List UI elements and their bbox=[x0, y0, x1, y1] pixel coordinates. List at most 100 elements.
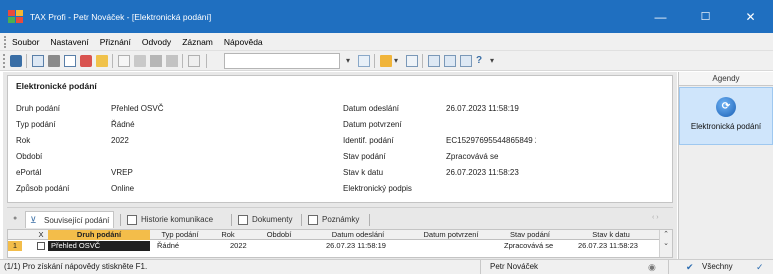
column-header-druh-podani[interactable]: Druh podání bbox=[48, 230, 150, 240]
tab-scroll-icon[interactable]: ‹ › bbox=[652, 214, 659, 221]
filter-icon[interactable] bbox=[358, 55, 370, 67]
status-separator bbox=[668, 260, 669, 274]
edit-icon[interactable] bbox=[134, 55, 146, 67]
column-header-datum-odeslani[interactable]: Datum odeslání bbox=[308, 230, 408, 240]
agendy-panel: Agendy ⟳ Elektronická podání bbox=[678, 72, 773, 259]
help-icon[interactable]: ? bbox=[476, 55, 488, 67]
column-header-stav-k-datu[interactable]: Stav k datu bbox=[570, 230, 652, 240]
value-datum-odeslani: 26.07.2023 11:58:19 bbox=[446, 104, 519, 113]
info-icon[interactable] bbox=[10, 55, 22, 67]
tab-historie-komunikace[interactable]: Historie komunikace bbox=[123, 211, 217, 228]
tab-separator bbox=[301, 214, 302, 226]
column-header-x[interactable]: X bbox=[36, 230, 46, 240]
print-icon[interactable] bbox=[48, 55, 60, 67]
cell-stav-k-datu[interactable]: 26.07.23 11:58:23 bbox=[578, 241, 638, 251]
column-header-typ-podani[interactable]: Typ podání bbox=[154, 230, 206, 240]
main-panel: Elektronické podání Druh podání Typ podá… bbox=[3, 72, 677, 259]
related-submissions-grid: X Druh podání Typ podání Rok Období Datu… bbox=[7, 229, 673, 258]
copy-icon[interactable] bbox=[32, 55, 44, 67]
tab-souvisejici-podani[interactable]: ⊻ Související podání bbox=[25, 211, 115, 228]
label-stav-podani: Stav podání bbox=[343, 152, 386, 161]
value-typ-podani: Řádné bbox=[111, 120, 135, 129]
value-eportal: VREP bbox=[111, 168, 133, 177]
tab-separator bbox=[231, 214, 232, 226]
value-identif-podani: EC15297695544865849 2EB6z bbox=[446, 136, 536, 145]
agendy-item-elektronicka-podani[interactable]: ⟳ Elektronická podání bbox=[679, 87, 773, 145]
filter-link-icon: ⊻ bbox=[30, 215, 37, 225]
value-rok: 2022 bbox=[111, 136, 129, 145]
layout-icon[interactable] bbox=[460, 55, 472, 67]
status-help-text: (1/1) Pro získání nápovědy stiskněte F1. bbox=[4, 262, 148, 271]
delete-icon[interactable] bbox=[166, 55, 178, 67]
column-header-stav-podani[interactable]: Stav podání bbox=[494, 230, 566, 240]
menu-bar: Soubor Nastavení Přiznání Odvody Záznam … bbox=[0, 33, 773, 51]
tab-poznamky[interactable]: Poznámky bbox=[304, 211, 363, 228]
close-button[interactable]: ✕ bbox=[728, 0, 773, 33]
tab-strip-pin-icon[interactable]: ● bbox=[13, 215, 17, 222]
label-datum-potvrzeni: Datum potvrzení bbox=[343, 120, 402, 129]
status-bar: (1/1) Pro získání nápovědy stiskněte F1.… bbox=[0, 259, 773, 274]
column-header-datum-potvrzeni[interactable]: Datum potvrzení bbox=[412, 230, 490, 240]
toolbar-search-input[interactable] bbox=[224, 53, 340, 69]
cell-druh-podani[interactable]: Přehled OSVČ bbox=[48, 241, 150, 251]
tab-souvisejici-podani-label: Související podání bbox=[44, 215, 110, 225]
row-checkbox[interactable] bbox=[37, 242, 45, 250]
value-stav-k-datu: 26.07.2023 11:58:23 bbox=[446, 168, 519, 177]
label-rok: Rok bbox=[16, 136, 31, 145]
detail-title: Elektronické podání bbox=[16, 81, 97, 91]
export-icon[interactable] bbox=[80, 55, 92, 67]
detail-panel: Elektronické podání Druh podání Typ podá… bbox=[7, 75, 673, 203]
tab-dokumenty[interactable]: Dokumenty bbox=[234, 211, 296, 228]
tab-dokumenty-label: Dokumenty bbox=[252, 215, 293, 224]
cell-stav-podani[interactable]: Zpracovává se bbox=[504, 241, 553, 251]
row-number[interactable]: 1 bbox=[8, 241, 22, 251]
menu-nastaveni[interactable]: Nastavení bbox=[50, 37, 88, 47]
new-icon[interactable] bbox=[118, 55, 130, 67]
window-icon[interactable] bbox=[406, 55, 418, 67]
cascade-icon[interactable] bbox=[444, 55, 456, 67]
status-check-icon[interactable]: ✓ bbox=[756, 260, 764, 274]
app-logo-icon bbox=[8, 9, 24, 24]
column-header-rok[interactable]: Rok bbox=[208, 230, 248, 240]
status-separator bbox=[480, 260, 481, 274]
tab-separator bbox=[120, 214, 121, 226]
agendy-header: Agendy bbox=[679, 72, 773, 86]
status-user: Petr Nováček bbox=[490, 262, 539, 271]
dropdown-arrow-icon[interactable]: ▾ bbox=[346, 55, 354, 67]
label-obdobi: Období bbox=[16, 152, 43, 161]
cell-typ-podani[interactable]: Řádné bbox=[157, 241, 179, 251]
folder-icon[interactable] bbox=[96, 55, 108, 67]
menu-soubor[interactable]: Soubor bbox=[12, 37, 39, 47]
minimize-button[interactable]: — bbox=[638, 0, 683, 33]
value-zpusob-podani: Online bbox=[111, 184, 135, 193]
dropdown-arrow-icon[interactable]: ▾ bbox=[490, 55, 498, 67]
maximize-button[interactable]: ☐ bbox=[683, 0, 728, 33]
tab-historie-komunikace-label: Historie komunikace bbox=[141, 215, 214, 224]
value-stav-podani: Zpracovává se bbox=[446, 152, 499, 161]
status-filter[interactable]: Všechny bbox=[702, 260, 733, 274]
grid-header: X Druh podání Typ podání Rok Období Datu… bbox=[8, 230, 660, 240]
menu-odvody[interactable]: Odvody bbox=[142, 37, 171, 47]
copy-record-icon[interactable] bbox=[188, 55, 200, 67]
grid-vertical-scrollbar[interactable]: ⌃ ⌄ bbox=[659, 230, 672, 257]
menu-priznani[interactable]: Přiznání bbox=[100, 37, 131, 47]
status-info-icon: ◉ bbox=[648, 262, 656, 272]
toolbar-separator bbox=[182, 54, 183, 68]
toolbar-grip bbox=[3, 54, 5, 68]
column-header-obdobi[interactable]: Období bbox=[250, 230, 308, 240]
menu-napoveda[interactable]: Nápověda bbox=[224, 37, 263, 47]
note-icon bbox=[308, 214, 318, 225]
cell-datum-odeslani[interactable]: 26.07.23 11:58:19 bbox=[326, 241, 386, 251]
toolbar-separator bbox=[26, 54, 27, 68]
cell-rok[interactable]: 2022 bbox=[230, 241, 247, 251]
preview-icon[interactable] bbox=[64, 55, 76, 67]
save-icon[interactable] bbox=[150, 55, 162, 67]
tile-icon[interactable] bbox=[428, 55, 440, 67]
dropdown-arrow-icon[interactable]: ▾ bbox=[394, 55, 402, 67]
menu-zaznam[interactable]: Záznam bbox=[182, 37, 213, 47]
tab-separator bbox=[369, 214, 370, 226]
window-title: TAX Profi - Petr Nováček - [Elektronická… bbox=[30, 11, 212, 22]
folder2-icon[interactable] bbox=[380, 55, 392, 67]
toolbar-separator bbox=[422, 54, 423, 68]
label-identif-podani: Identif. podání bbox=[343, 136, 394, 145]
